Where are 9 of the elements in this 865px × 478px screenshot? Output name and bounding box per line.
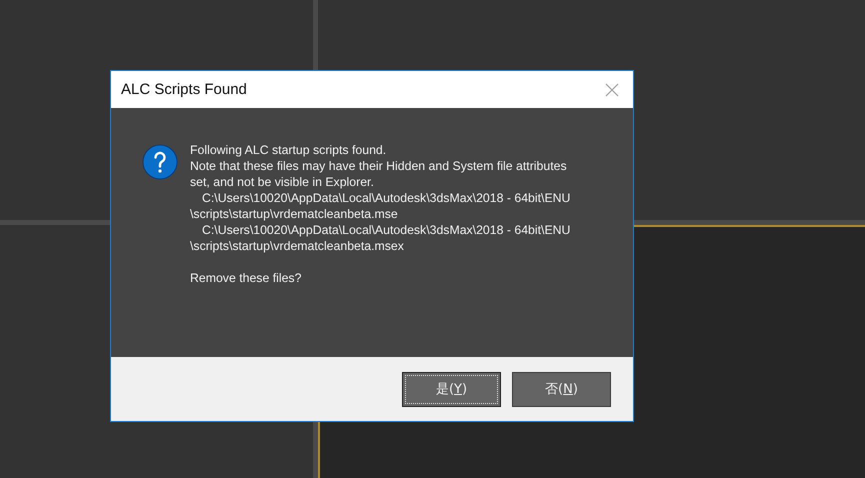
message-line: Note that these files may have their Hidden and System file attributes bbox=[190, 158, 568, 174]
message-line: set, and not be visible in Explorer. bbox=[190, 174, 375, 190]
question-text: Remove these files? bbox=[190, 270, 302, 286]
message-line: Following ALC startup scripts found. bbox=[190, 142, 388, 158]
message-line: \scripts\startup\vrdematcleanbeta.msex bbox=[190, 238, 405, 254]
message-line: \scripts\startup\vrdematcleanbeta.mse bbox=[190, 206, 399, 222]
message-line: C:\Users\10020\AppData\Local\Autodesk\3dsMax\2018 - 64bit\ENU bbox=[201, 222, 570, 238]
window-title: ALC Scripts Found bbox=[121, 81, 247, 98]
message-line: C:\Users\10020\AppData\Local\Autodesk\3dsMax\2018 - 64bit\ENU bbox=[201, 190, 570, 206]
